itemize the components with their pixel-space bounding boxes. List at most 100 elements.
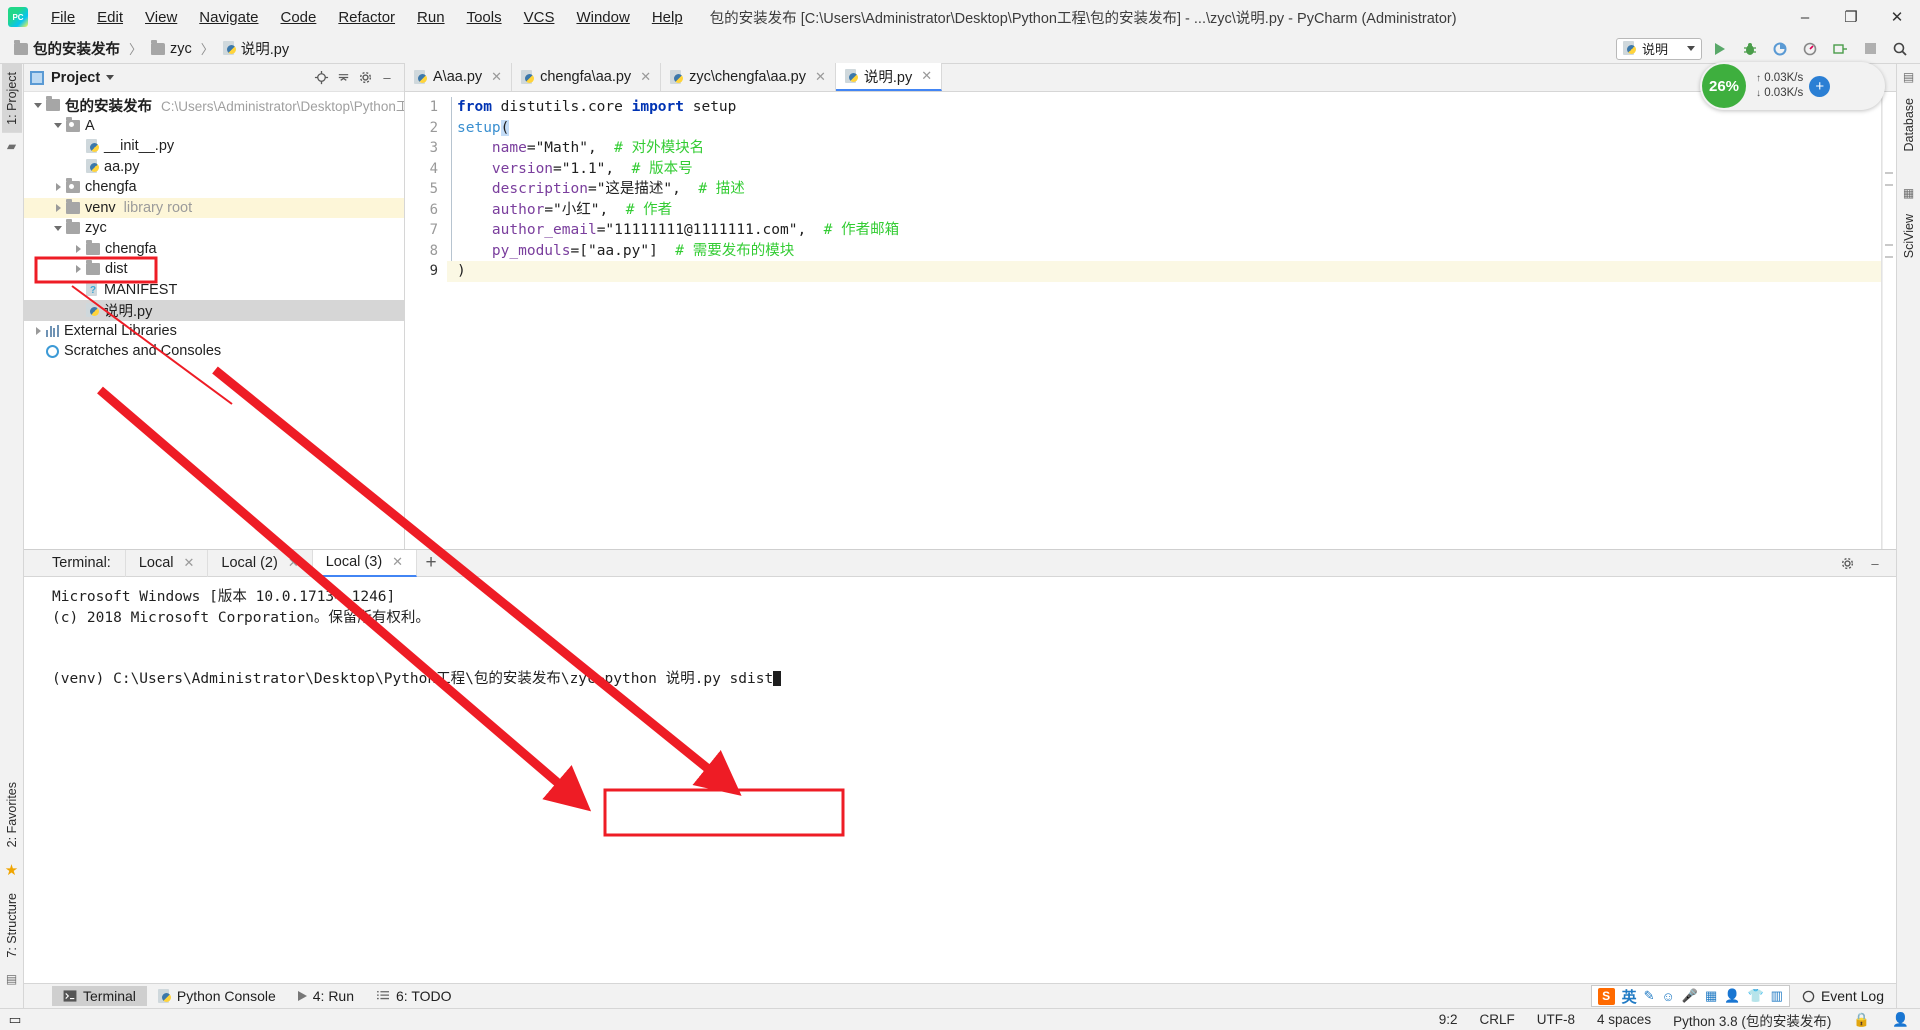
code-content[interactable]: from distutils.core import setup setup( n… (447, 92, 1896, 549)
tree-node-a[interactable]: A (24, 116, 404, 137)
code-line[interactable]: description="这是描述", # 描述 (447, 179, 1896, 200)
error-stripe[interactable] (1882, 92, 1896, 549)
terminal-tab-1[interactable]: Local (2) ✕ (208, 549, 313, 577)
menu-run[interactable]: Run (406, 5, 456, 30)
tree-toggle-icon[interactable] (50, 204, 66, 212)
menu-help[interactable]: Help (641, 5, 694, 30)
sidebar-item-sciview[interactable]: SciView (1899, 206, 1919, 266)
collapse-all-button[interactable] (332, 67, 354, 89)
status-caret-position[interactable]: 9:2 (1428, 1012, 1469, 1027)
code-text[interactable]: from distutils.core import setup setup( n… (447, 97, 1896, 282)
run-coverage-button[interactable] (1768, 37, 1792, 61)
editor-tab-3[interactable]: 说明.py ✕ (835, 63, 943, 91)
tree-node--[interactable]: 包的安装发布 C:\Users\Administrator\Desktop\Pyt… (24, 95, 404, 116)
minimize-button[interactable]: – (1782, 0, 1828, 34)
maximize-button[interactable]: ❐ (1828, 0, 1874, 34)
code-line[interactable]: from distutils.core import setup (447, 97, 1896, 118)
event-log-button[interactable]: Event Log (1790, 988, 1896, 1004)
editor-tab-0[interactable]: A\aa.py ✕ (405, 63, 513, 91)
run-configuration-selector[interactable]: 说明 (1616, 37, 1702, 60)
tree-node-scratches-and-consoles[interactable]: Scratches and Consoles (24, 341, 404, 362)
ime-keyboard-icon[interactable]: ▦ (1705, 988, 1717, 1004)
code-line[interactable]: name="Math", # 对外模块名 (447, 138, 1896, 159)
chevron-down-icon[interactable] (106, 75, 115, 80)
project-settings-button[interactable] (354, 67, 376, 89)
sogou-logo-icon[interactable]: S (1597, 987, 1615, 1005)
attach-button[interactable] (1828, 37, 1852, 61)
status-indent[interactable]: 4 spaces (1586, 1012, 1662, 1027)
tree-toggle-icon[interactable] (50, 226, 66, 231)
scroll-from-source-button[interactable] (310, 67, 332, 89)
ime-lang-icon[interactable]: 英 (1622, 986, 1637, 1007)
bottom-tab-todo[interactable]: 6: TODO (365, 986, 463, 1006)
breadcrumb-file[interactable]: 说明.py (219, 36, 293, 61)
menu-file[interactable]: File (40, 5, 86, 30)
ime-emoji-icon[interactable]: ☺ (1662, 989, 1675, 1004)
close-icon[interactable]: ✕ (491, 69, 502, 85)
sidebar-item-structure[interactable]: 7: Structure (2, 885, 22, 966)
tree-node-aa-py[interactable]: aa.py (24, 157, 404, 178)
bottom-tab-run[interactable]: 4: Run (287, 986, 365, 1006)
close-icon[interactable]: ✕ (288, 555, 299, 571)
editor-tab-1[interactable]: chengfa\aa.py ✕ (512, 63, 662, 91)
status-toggle-icon[interactable]: ▭ (6, 1012, 24, 1028)
menu-vcs[interactable]: VCS (513, 5, 566, 30)
project-tree[interactable]: 包的安装发布 C:\Users\Administrator\Desktop\Pyt… (24, 92, 404, 549)
tree-toggle-icon[interactable] (50, 183, 66, 191)
tree-node-dist[interactable]: dist (24, 259, 404, 280)
terminal-hide-button[interactable]: – (1864, 552, 1886, 574)
close-icon[interactable]: ✕ (921, 68, 932, 84)
tree-node-__init__-py[interactable]: __init__.py (24, 136, 404, 157)
code-line[interactable]: version="1.1", # 版本号 (447, 159, 1896, 180)
menu-tools[interactable]: Tools (456, 5, 513, 30)
code-line[interactable]: author_email="11111111@1111111.com", # 作… (447, 220, 1896, 241)
sidebar-item-project[interactable]: 1: Project (1, 64, 22, 133)
tree-node-chengfa[interactable]: chengfa (24, 177, 404, 198)
hide-panel-button[interactable]: – (376, 67, 398, 89)
close-icon[interactable]: ✕ (815, 69, 826, 85)
code-line[interactable]: author="小红", # 作者 (447, 200, 1896, 221)
hector-icon[interactable]: 👤 (1881, 1012, 1920, 1028)
tree-node-external-libraries[interactable]: External Libraries (24, 321, 404, 342)
editor-tab-bar[interactable]: A\aa.py ✕ chengfa\aa.py ✕ zyc\chengfa\aa.py ✕… (405, 63, 1896, 92)
close-button[interactable]: ✕ (1874, 0, 1920, 34)
terminal-tab-2[interactable]: Local (3) ✕ (312, 549, 418, 577)
run-button[interactable] (1708, 37, 1732, 61)
lock-icon[interactable]: 🔒 (1842, 1012, 1881, 1028)
tree-toggle-icon[interactable] (70, 245, 86, 253)
code-line[interactable]: py_moduls=["aa.py"] # 需要发布的模块 (447, 241, 1896, 262)
menu-navigate[interactable]: Navigate (188, 5, 269, 30)
tree-toggle-icon[interactable] (50, 123, 66, 128)
cpu-memory-widget[interactable]: 26% ↑ 0.03K/s ↓ 0.03K/s + (1700, 62, 1885, 110)
sidebar-item-database[interactable]: Database (1899, 90, 1919, 160)
terminal-command[interactable]: python 说明.py sdist (605, 671, 774, 687)
editor-tab-2[interactable]: zyc\chengfa\aa.py ✕ (661, 63, 836, 91)
ime-voice-icon[interactable]: 🎤 (1682, 988, 1698, 1004)
stop-button[interactable] (1858, 37, 1882, 61)
tree-node-manifest[interactable]: MANIFEST (24, 280, 404, 301)
status-encoding[interactable]: UTF-8 (1526, 1012, 1586, 1027)
terminal-tab-bar[interactable]: Local ✕ Local (2) ✕ Local (3) ✕ (124, 549, 418, 577)
profile-button[interactable] (1798, 37, 1822, 61)
breadcrumb-project[interactable]: 包的安装发布 (10, 36, 124, 61)
bottom-tab-terminal[interactable]: Terminal (52, 986, 147, 1006)
code-area[interactable]: 1 2 3 4 5 6 7 8 9 from distutils.core import set… (405, 92, 1896, 549)
status-interpreter[interactable]: Python 3.8 (包的安装发布) (1662, 1010, 1842, 1030)
tree-node-chengfa[interactable]: chengfa (24, 239, 404, 260)
tree-node-venv[interactable]: venv library root (24, 197, 404, 218)
sidebar-item-favorites[interactable]: 2: Favorites (2, 774, 22, 855)
close-icon[interactable]: ✕ (640, 69, 651, 85)
new-terminal-button[interactable]: + (417, 552, 445, 574)
menu-window[interactable]: Window (565, 5, 640, 30)
code-line[interactable]: ) (447, 261, 1896, 282)
code-line[interactable]: setup( (447, 118, 1896, 139)
terminal-tab-0[interactable]: Local ✕ (124, 549, 209, 577)
menu-code[interactable]: Code (269, 5, 327, 30)
ime-user-icon[interactable]: 👤 (1724, 988, 1740, 1004)
tree-toggle-icon[interactable] (30, 327, 46, 335)
expand-widget-button[interactable]: + (1809, 75, 1831, 97)
menu-refactor[interactable]: Refactor (327, 5, 406, 30)
breadcrumb-zyc[interactable]: zyc (147, 39, 196, 59)
ime-skin-icon[interactable]: 👕 (1747, 988, 1763, 1004)
menu-view[interactable]: View (134, 5, 188, 30)
